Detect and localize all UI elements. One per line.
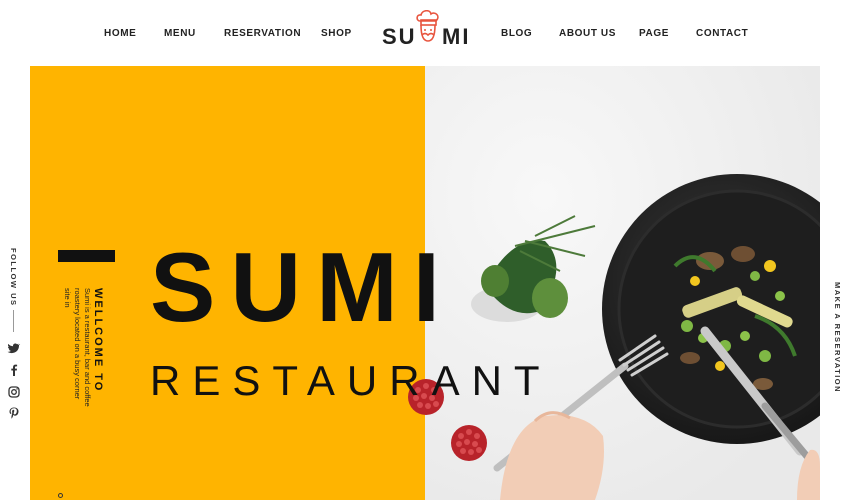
nav-menu[interactable]: MENU — [164, 28, 196, 39]
follow-divider — [13, 310, 14, 332]
facebook-icon[interactable] — [7, 363, 21, 377]
nav-shop[interactable]: SHOP — [321, 28, 352, 39]
hero-intro-text: Sumi is a restaurant, bar and coffee roa… — [63, 288, 92, 407]
nav-home[interactable]: HOME — [104, 28, 136, 39]
logo[interactable]: SU MI — [380, 10, 472, 56]
chef-icon — [416, 10, 439, 42]
twitter-icon[interactable] — [7, 341, 21, 355]
logo-text-left: SU — [382, 24, 417, 49]
pinterest-icon[interactable] — [7, 406, 21, 420]
nav-about[interactable]: ABOUT US — [559, 28, 616, 39]
instagram-icon[interactable] — [7, 385, 21, 399]
hero-subtitle: RESTAURANT — [150, 357, 552, 404]
nav-page[interactable]: PAGE — [639, 28, 669, 39]
hero-dash — [58, 250, 115, 262]
make-reservation-link[interactable]: MAKE A RESERVATION — [833, 282, 842, 393]
nav-reservation[interactable]: RESERVATION — [224, 28, 301, 39]
scroll-indicator — [58, 493, 63, 498]
nav-blog[interactable]: BLOG — [501, 28, 532, 39]
raspberry — [451, 425, 487, 461]
hero-title: SUMI — [150, 232, 455, 342]
follow-us-label: FOLLOW US — [9, 248, 18, 307]
nav-contact[interactable]: CONTACT — [696, 28, 748, 39]
top-navigation: HOME MENU RESERVATION SHOP SU MI BLOG AB… — [0, 0, 850, 66]
hero-welcome-label: WELLCOME TO — [92, 288, 104, 393]
logo-text-right: MI — [442, 24, 471, 49]
